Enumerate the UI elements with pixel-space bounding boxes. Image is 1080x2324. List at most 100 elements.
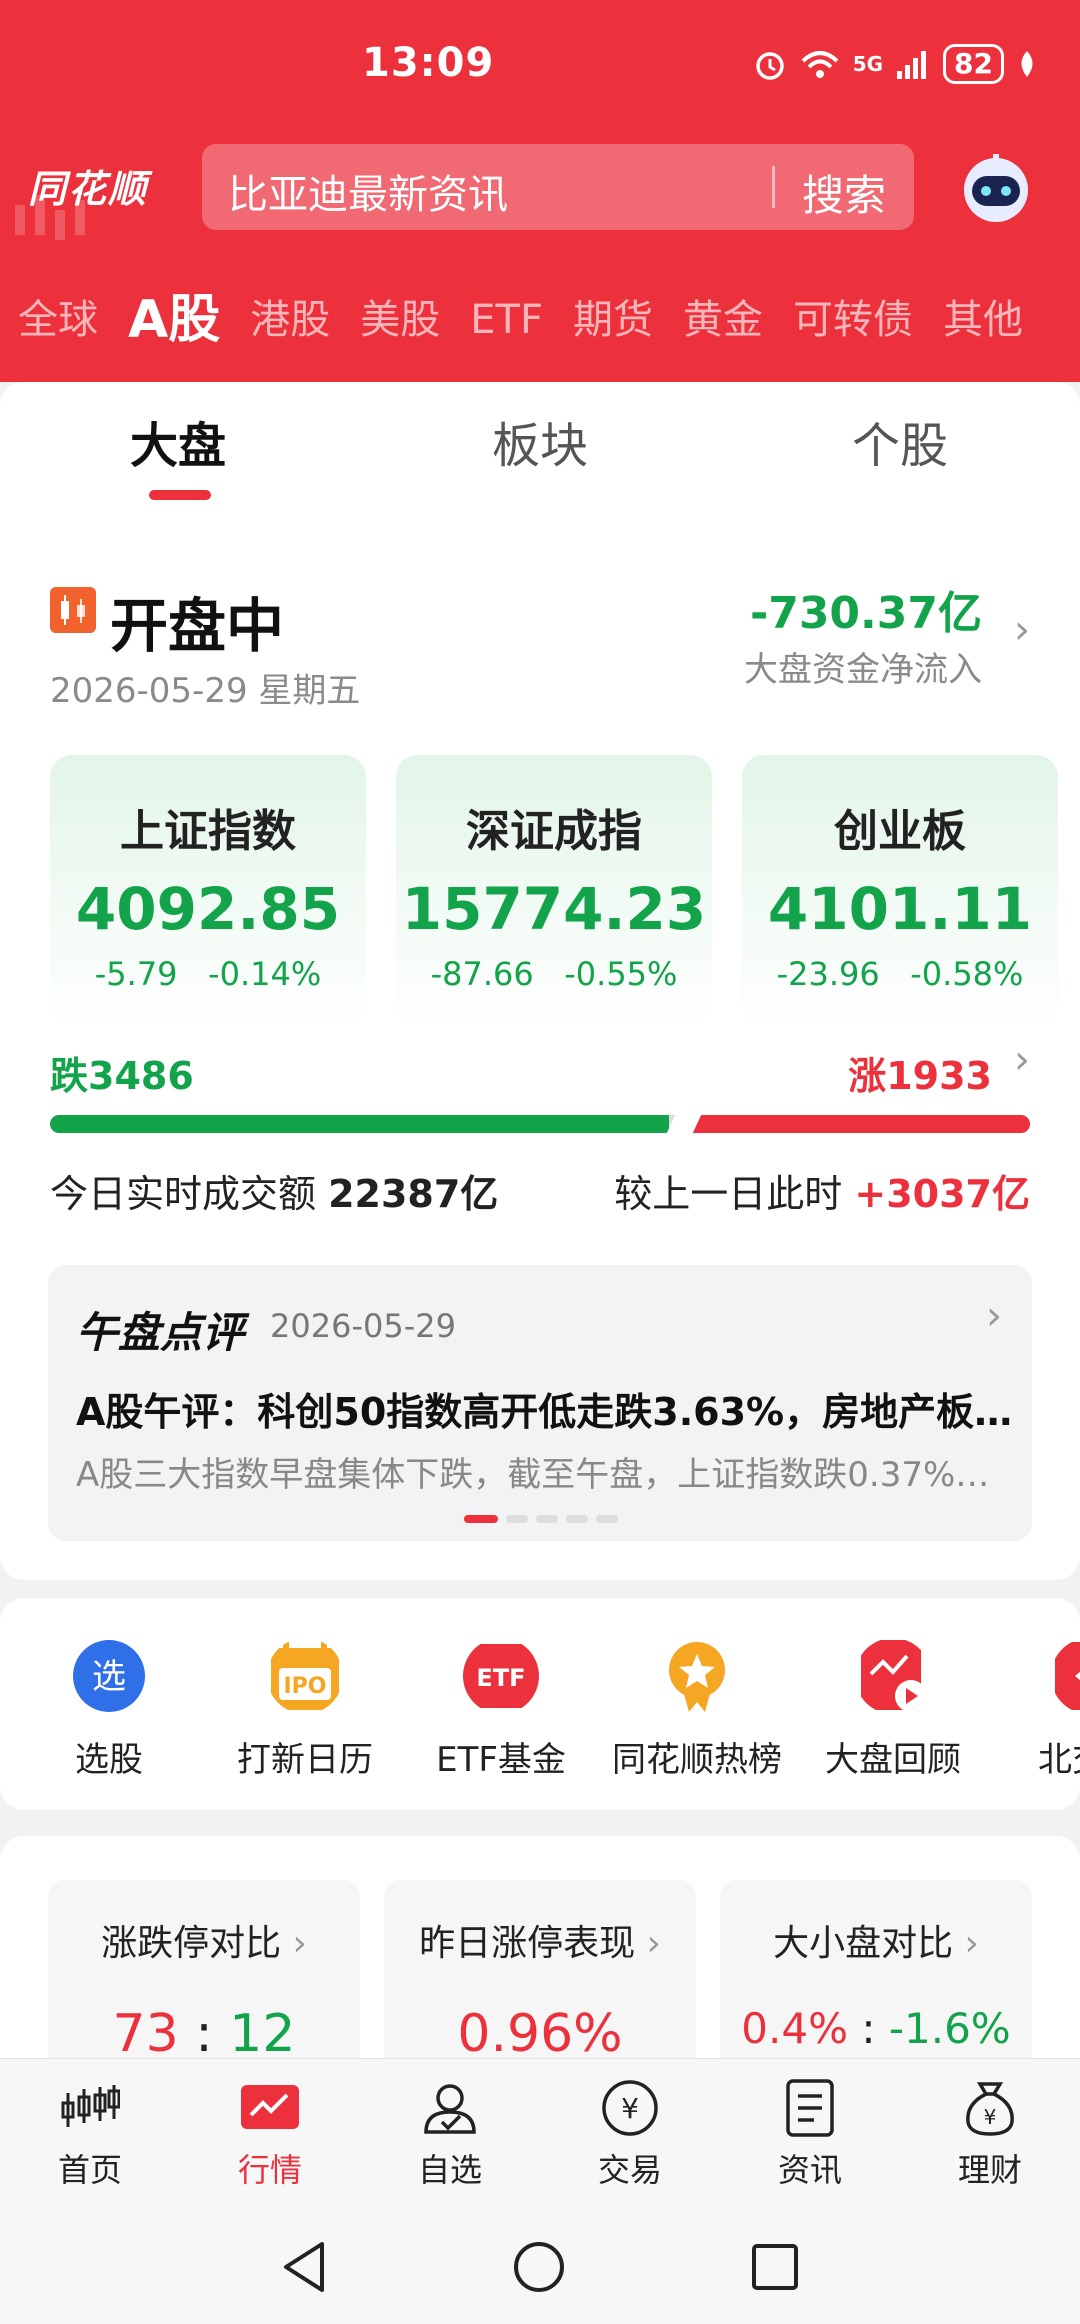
search-button[interactable]: 搜索 xyxy=(802,162,886,223)
sub-tabs: 大盘 板块 个股 xyxy=(0,382,1080,507)
index-name: 上证指数 xyxy=(120,806,296,857)
search-input[interactable]: 比亚迪最新资讯 xyxy=(228,162,508,220)
shortcut-etf-fund[interactable]: ETF ETF基金 xyxy=(416,1638,586,1781)
midday-review-card[interactable]: 午盘点评 2026-05-29 › A股午评：科创50指数高开低走跌3.63%，… xyxy=(48,1265,1032,1541)
svg-text:选: 选 xyxy=(92,1657,126,1697)
shortcut-pick-stock[interactable]: 选 选股 xyxy=(24,1638,194,1781)
nav-label: 行情 xyxy=(237,2151,302,2189)
shortcut-market-review[interactable]: 大盘回顾 xyxy=(808,1638,978,1781)
status-bar: 13:09 5G 82 xyxy=(0,0,1080,130)
tab-stocks[interactable]: 个股 xyxy=(852,406,948,476)
nav-home[interactable]: 首页 xyxy=(20,2077,160,2191)
market-tab-global[interactable]: 全球 xyxy=(18,290,98,350)
tab-overall-market[interactable]: 大盘 xyxy=(130,406,226,476)
nav-watchlist[interactable]: 自选 xyxy=(380,2077,520,2191)
candlestick-icon xyxy=(50,587,96,633)
back-icon[interactable] xyxy=(280,2240,330,2294)
market-date: 2026-05-29 星期五 xyxy=(50,671,361,711)
nav-trade[interactable]: ¥ 交易 xyxy=(560,2077,700,2191)
nav-label: 交易 xyxy=(597,2151,662,2189)
chevron-right-icon[interactable]: › xyxy=(986,1293,1002,1339)
carousel-dot xyxy=(464,1515,498,1523)
market-tab-convertible[interactable]: 可转债 xyxy=(793,290,913,350)
stat-title: 大小盘对比 › xyxy=(720,1914,1032,1966)
stat-value: 0.96% xyxy=(457,2004,623,2064)
news-date: 2026-05-29 xyxy=(270,1307,456,1345)
market-tab-etf[interactable]: ETF xyxy=(470,290,543,350)
index-change-pct: -0.58% xyxy=(910,955,1024,993)
nav-label: 自选 xyxy=(417,2151,482,2189)
nav-market[interactable]: 行情 xyxy=(200,2077,340,2191)
news-summary[interactable]: A股三大指数早盘集体下跌，截至午盘，上证指数跌0.37%，深证成指跌 xyxy=(76,1447,1016,1496)
rise-count[interactable]: 涨1933 xyxy=(848,1045,992,1100)
nav-wealth[interactable]: ¥ 理财 xyxy=(920,2077,1060,2191)
rise-bar xyxy=(687,1115,1030,1133)
etf-icon: ETF xyxy=(463,1644,539,1708)
ratio-separator: : xyxy=(195,2004,213,2064)
shortcut-label: 同花顺热榜 xyxy=(612,1740,782,1780)
market-tab-a-share[interactable]: A股 xyxy=(128,290,220,350)
nav-label: 首页 xyxy=(57,2151,122,2189)
stat-title-text: 昨日涨停表现 xyxy=(419,1923,636,1964)
carousel-dots xyxy=(464,1515,618,1523)
ai-assistant-robot-icon[interactable] xyxy=(958,150,1034,226)
stat-value: 0.4% : -1.6% xyxy=(720,2004,1032,2053)
shortcut-ipo-calendar[interactable]: IPO 打新日历 xyxy=(220,1638,390,1781)
hot-list-icon xyxy=(669,1642,725,1712)
pick-stock-icon: 选 xyxy=(73,1640,145,1712)
svg-text:IPO: IPO xyxy=(283,1674,326,1699)
status-icons: 5G 82 xyxy=(753,44,1038,84)
bottom-nav: 首页 行情 自选 ¥ 交易 资讯 ¥ 理财 xyxy=(0,2058,1080,2204)
market-icon xyxy=(241,2085,299,2129)
bse-icon xyxy=(1055,1642,1080,1710)
shortcut-label: 打新日历 xyxy=(237,1740,373,1780)
stat-title: 涨跌停对比 › xyxy=(48,1914,360,1966)
trade-icon: ¥ xyxy=(602,2080,658,2136)
compare-value: +3037亿 xyxy=(854,1172,1030,1216)
index-card-shenzhen[interactable]: 深证成指 15774.23 -87.66 -0.55% xyxy=(396,755,712,1027)
ratio-separator: : xyxy=(861,2004,876,2053)
rise-fall-ratio-bar xyxy=(50,1115,1030,1133)
market-tab-hk[interactable]: 港股 xyxy=(250,290,330,350)
carousel-dot xyxy=(506,1515,528,1523)
shortcut-bse[interactable]: 北交所 xyxy=(1004,1638,1080,1781)
shortcut-hot-list[interactable]: 同花顺热榜 xyxy=(612,1638,782,1781)
market-tab-other[interactable]: 其他 xyxy=(943,290,1023,350)
svg-text:ETF: ETF xyxy=(476,1664,525,1692)
net-flow-value[interactable]: -730.37亿 xyxy=(750,577,982,641)
app-root: 13:09 5G 82 同花顺 比亚迪最新资讯 搜索 全球 A股 港股 美股 E… xyxy=(0,0,1080,2324)
market-tab-gold[interactable]: 黄金 xyxy=(683,290,763,350)
tab-sectors[interactable]: 板块 xyxy=(492,406,588,476)
market-tab-futures[interactable]: 期货 xyxy=(573,290,653,350)
index-name: 深证成指 xyxy=(466,806,642,857)
chevron-right-icon: › xyxy=(646,1923,661,1964)
index-card-chinext[interactable]: 创业板 4101.11 -23.96 -0.58% xyxy=(742,755,1058,1027)
shortcut-label: 北交所 xyxy=(1038,1740,1080,1780)
index-card-shanghai[interactable]: 上证指数 4092.85 -5.79 -0.14% xyxy=(50,755,366,1027)
turnover-compare: 较上一日此时 +3037亿 xyxy=(614,1163,1030,1218)
app-logo[interactable]: 同花顺 xyxy=(28,158,148,213)
stat-title: 昨日涨停表现 › xyxy=(384,1914,696,1966)
alarm-icon xyxy=(755,52,784,80)
recents-icon[interactable] xyxy=(750,2242,800,2292)
chevron-right-icon[interactable]: › xyxy=(1014,607,1030,653)
shortcut-grid: 选 选股 IPO 打新日历 ETF ETF基金 同花顺热榜 大盘回顾 北交所 xyxy=(0,1598,1080,1810)
limit-up-count: 73 xyxy=(112,2004,179,2064)
nav-news[interactable]: 资讯 xyxy=(740,2077,880,2191)
market-review-icon xyxy=(861,1640,927,1712)
carousel-dot xyxy=(536,1515,558,1523)
chevron-right-icon[interactable]: › xyxy=(1014,1037,1030,1083)
net-flow-label[interactable]: 大盘资金净流入 xyxy=(744,642,982,691)
fall-count: 跌3486 xyxy=(50,1054,194,1098)
market-tabs: 全球 A股 港股 美股 ETF 期货 黄金 可转债 其他 xyxy=(18,290,1053,350)
market-status: 开盘中 xyxy=(110,592,285,660)
turnover-value: 22387亿 xyxy=(328,1172,499,1216)
compare-label: 较上一日此时 xyxy=(614,1172,843,1216)
news-title[interactable]: A股午评：科创50指数高开低走跌3.63%，房地产板块逆势走强 xyxy=(76,1381,1016,1436)
stat-value: 73 : 12 xyxy=(48,2004,360,2064)
search-bar[interactable]: 比亚迪最新资讯 搜索 xyxy=(202,144,914,230)
market-tab-us[interactable]: 美股 xyxy=(360,290,440,350)
home-circle-icon[interactable] xyxy=(512,2240,566,2294)
index-value: 4092.85 xyxy=(75,875,341,943)
index-value: 15774.23 xyxy=(401,875,707,943)
